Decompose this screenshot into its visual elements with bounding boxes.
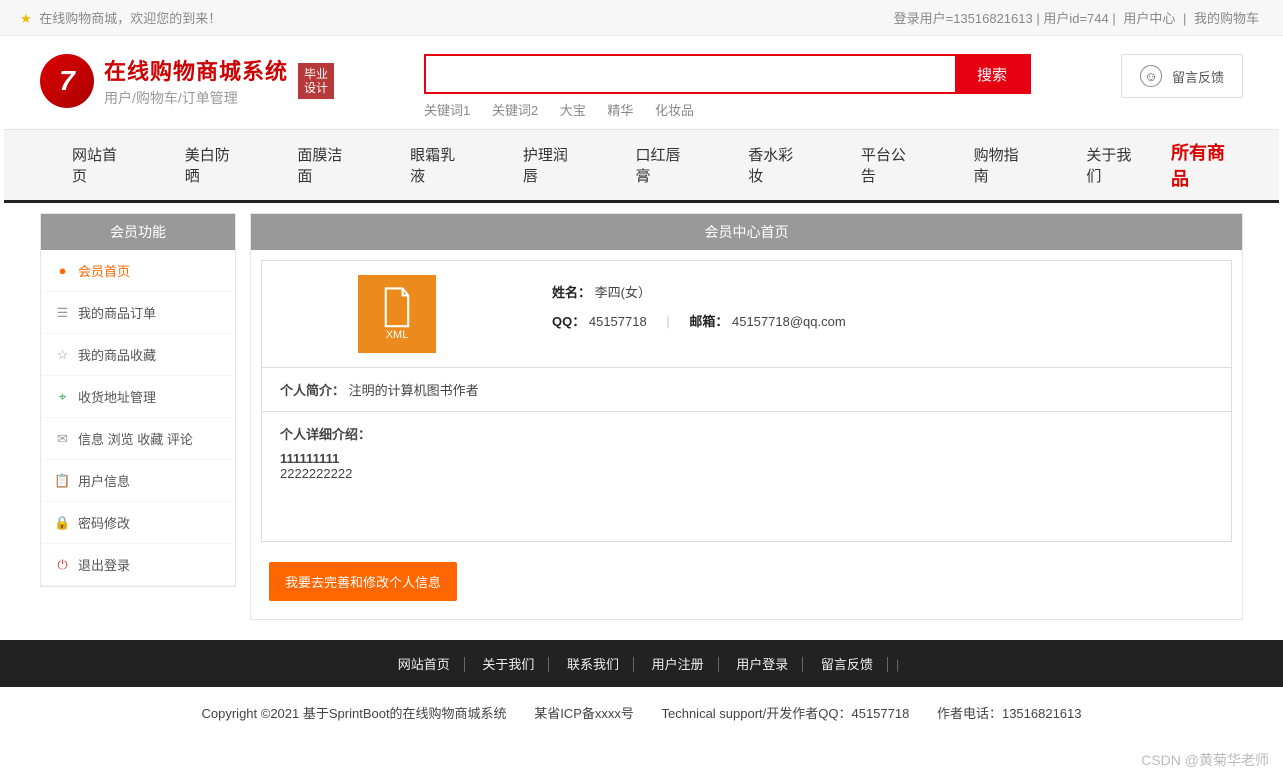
footer-link-about[interactable]: 关于我们 [468, 657, 549, 672]
feedback-button[interactable]: ☺ 留言反馈 [1121, 54, 1243, 98]
sidebar-item-label: 我的商品收藏 [78, 345, 156, 364]
welcome-text: 在线购物商城，欢迎您的到来！ [39, 11, 221, 26]
footer-link-home[interactable]: 网站首页 [384, 657, 465, 672]
watermark: CSDN @黄菊华老师 [1141, 750, 1269, 770]
name-label: 姓名： [552, 285, 591, 300]
icp-text: 某省ICP备xxxx号 [534, 706, 634, 721]
avatar-xml-icon: XML [358, 275, 436, 353]
keyword-link[interactable]: 关键词2 [492, 103, 538, 118]
search-input[interactable] [426, 56, 955, 92]
sidebar-title: 会员功能 [41, 214, 235, 250]
my-orders-icon: ☰ [55, 305, 70, 320]
member-home-icon: ● [55, 263, 70, 278]
site-title: 在线购物商城系统 [104, 54, 288, 86]
content-panel: 会员中心首页 XML 姓名： 李四(女） QQ： 45157718 [250, 213, 1243, 620]
sidebar-item-label: 用户信息 [78, 471, 130, 490]
footer-nav: 网站首页 关于我们 联系我们 用户注册 用户登录 留言反馈| [0, 640, 1283, 687]
edit-profile-button[interactable]: 我要去完善和修改个人信息 [269, 562, 457, 601]
sidebar: 会员功能 ● 会员首页 ☰ 我的商品订单 ☆ 我的商品收藏 ⌖ 收货地址管理 ✉ 信息 浏览 收藏… [40, 213, 236, 587]
name-value: 李四(女） [595, 285, 651, 300]
copyright: Copyright ©2021 基于SprintBoot的在线购物商城系统 某省… [0, 687, 1283, 738]
keywords: 关键词1 关键词2 大宝 精华 化妆品 [424, 100, 1031, 119]
footer-link-feedback[interactable]: 留言反馈 [807, 657, 888, 672]
feedback-label: 留言反馈 [1172, 67, 1224, 86]
keyword-link[interactable]: 大宝 [560, 103, 586, 118]
nav-whitening[interactable]: 美白防晒 [157, 130, 270, 200]
nav-home[interactable]: 网站首页 [44, 130, 157, 200]
search-area: 搜索 关键词1 关键词2 大宝 精华 化妆品 [424, 54, 1031, 119]
site-subtitle: 用户/购物车/订单管理 [104, 88, 288, 108]
detail-label: 个人详细介绍： [280, 427, 371, 442]
qq-value: 45157718 [589, 314, 647, 329]
content-title: 会员中心首页 [251, 214, 1242, 250]
user-info-icon: 📋 [55, 473, 70, 488]
logo-icon: 7 [40, 54, 94, 108]
info-table: XML 姓名： 李四(女） QQ： 45157718 | 邮箱： 4515771… [261, 260, 1232, 542]
sidebar-item-address[interactable]: ⌖ 收货地址管理 [41, 376, 235, 418]
nav-guide[interactable]: 购物指南 [946, 130, 1059, 200]
email-label: 邮箱： [689, 314, 728, 329]
detail-line1: 111111111 [280, 451, 1213, 466]
sidebar-item-label: 退出登录 [78, 555, 130, 574]
header: 7 在线购物商城系统 用户/购物车/订单管理 毕业设计 搜索 关键词1 关键词2… [0, 36, 1283, 129]
nav-perfume[interactable]: 香水彩妆 [720, 130, 833, 200]
keyword-link[interactable]: 化妆品 [655, 103, 694, 118]
info-browse-icon: ✉ [55, 431, 70, 446]
nav-mask[interactable]: 面膜洁面 [269, 130, 382, 200]
search-button[interactable]: 搜索 [955, 56, 1029, 92]
nav-lipstick[interactable]: 口红唇膏 [608, 130, 721, 200]
headset-icon: ☺ [1140, 65, 1162, 87]
sidebar-item-label: 密码修改 [78, 513, 130, 532]
sidebar-item-user-info[interactable]: 📋 用户信息 [41, 460, 235, 502]
sidebar-item-label: 收货地址管理 [78, 387, 156, 406]
sidebar-item-my-fav[interactable]: ☆ 我的商品收藏 [41, 334, 235, 376]
intro-row: 个人简介： 注明的计算机图书作者 [262, 368, 1231, 412]
my-cart-link[interactable]: 我的购物车 [1190, 11, 1263, 26]
tech-support: Technical support/开发作者QQ：45157718 [661, 706, 909, 721]
address-icon: ⌖ [55, 389, 70, 404]
user-center-link[interactable]: 用户中心 [1119, 11, 1179, 26]
sidebar-item-label: 我的商品订单 [78, 303, 156, 322]
footer-link-register[interactable]: 用户注册 [638, 657, 719, 672]
logo[interactable]: 7 在线购物商城系统 用户/购物车/订单管理 毕业设计 [40, 54, 334, 108]
sidebar-item-my-orders[interactable]: ☰ 我的商品订单 [41, 292, 235, 334]
sidebar-item-member-home[interactable]: ● 会员首页 [41, 250, 235, 292]
footer-link-contact[interactable]: 联系我们 [553, 657, 634, 672]
search-box: 搜索 [424, 54, 1031, 94]
avatar-cell: XML [262, 261, 532, 367]
graduation-badge: 毕业设计 [298, 63, 334, 99]
author-phone: 作者电话：13516821613 [937, 706, 1082, 721]
basic-info: 姓名： 李四(女） QQ： 45157718 | 邮箱： 45157718@qq… [532, 261, 1231, 367]
nav-eyecream[interactable]: 眼霜乳液 [382, 130, 495, 200]
detail-row: 个人详细介绍： 111111111 2222222222 [262, 412, 1231, 541]
main-container: 会员功能 ● 会员首页 ☰ 我的商品订单 ☆ 我的商品收藏 ⌖ 收货地址管理 ✉ 信息 浏览 收藏… [0, 203, 1283, 640]
sidebar-item-info-browse[interactable]: ✉ 信息 浏览 收藏 评论 [41, 418, 235, 460]
intro-value: 注明的计算机图书作者 [349, 383, 479, 398]
my-fav-icon: ☆ [55, 347, 70, 362]
nav-all-goods[interactable]: 所有商品 [1171, 139, 1279, 191]
user-id: 用户id=744 [1043, 11, 1108, 26]
password-icon: 🔒 [55, 515, 70, 530]
nav-announce[interactable]: 平台公告 [833, 130, 946, 200]
copyright-text: Copyright ©2021 基于SprintBoot的在线购物商城系统 [202, 706, 507, 721]
logout-icon: ⏻ [55, 557, 70, 572]
login-user: 登录用户=13516821613 [894, 11, 1033, 26]
email-value: 45157718@qq.com [732, 314, 846, 329]
topbar: ★ 在线购物商城，欢迎您的到来！ 登录用户=13516821613 | 用户id… [0, 0, 1283, 36]
star-icon: ★ [20, 11, 32, 26]
nav-lipcare[interactable]: 护理润唇 [495, 130, 608, 200]
qq-label: QQ： [552, 314, 585, 329]
keyword-link[interactable]: 精华 [607, 103, 633, 118]
topbar-right: 登录用户=13516821613 | 用户id=744 | 用户中心 | 我的购… [894, 8, 1263, 27]
sidebar-item-logout[interactable]: ⏻ 退出登录 [41, 544, 235, 586]
sidebar-item-label: 信息 浏览 收藏 评论 [78, 429, 193, 448]
sidebar-item-password[interactable]: 🔒 密码修改 [41, 502, 235, 544]
detail-line2: 2222222222 [280, 466, 1213, 481]
sidebar-item-label: 会员首页 [78, 261, 130, 280]
keyword-link[interactable]: 关键词1 [424, 103, 470, 118]
intro-label: 个人简介： [280, 383, 345, 398]
nav-about[interactable]: 关于我们 [1058, 130, 1171, 200]
footer-link-login[interactable]: 用户登录 [722, 657, 803, 672]
main-nav: 网站首页 美白防晒 面膜洁面 眼霜乳液 护理润唇 口红唇膏 香水彩妆 平台公告 … [4, 129, 1279, 203]
